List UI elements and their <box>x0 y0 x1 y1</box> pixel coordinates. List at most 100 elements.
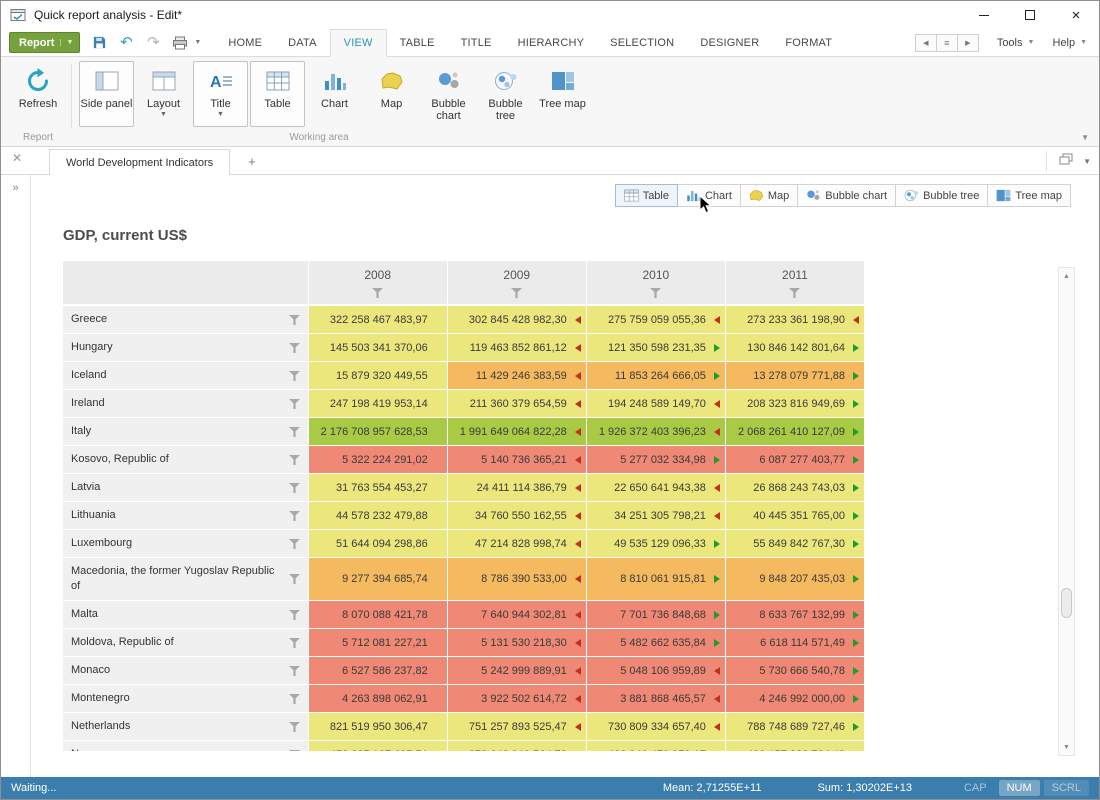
year-column-header[interactable]: 2008 <box>308 261 447 305</box>
value-cell[interactable]: 5 048 106 959,89 <box>586 657 725 685</box>
country-cell[interactable]: Monaco <box>63 657 308 685</box>
country-cell[interactable]: Latvia <box>63 474 308 502</box>
scroll-down-icon[interactable]: ▼ <box>1059 739 1074 755</box>
value-cell[interactable]: 498 157 323 734,43 <box>725 741 864 752</box>
menu-tab-format[interactable]: FORMAT <box>772 29 845 56</box>
title-button[interactable]: A Title ▼ <box>193 61 248 127</box>
value-cell[interactable]: 5 140 736 365,21 <box>447 446 586 474</box>
value-cell[interactable]: 821 519 950 306,47 <box>308 713 447 741</box>
country-cell[interactable]: Macedonia, the former Yugoslav Republic … <box>63 558 308 601</box>
country-cell[interactable]: Iceland <box>63 362 308 390</box>
scroll-up-icon[interactable]: ▲ <box>1059 268 1074 284</box>
working-area-chart-button[interactable]: Chart <box>307 61 362 127</box>
value-cell[interactable]: 208 323 816 949,69 <box>725 390 864 418</box>
redo-button[interactable]: ↷ <box>144 33 162 53</box>
value-cell[interactable]: 2 068 261 410 127,09 <box>725 418 864 446</box>
country-cell[interactable]: Malta <box>63 601 308 629</box>
value-cell[interactable]: 24 411 114 386,79 <box>447 474 586 502</box>
save-button[interactable] <box>90 33 108 53</box>
undo-button[interactable]: ↶ <box>117 33 135 53</box>
nav-prev-button[interactable]: ◀ <box>915 34 937 52</box>
value-cell[interactable]: 6 527 586 237,82 <box>308 657 447 685</box>
value-cell[interactable]: 5 277 032 334,98 <box>586 446 725 474</box>
country-cell[interactable]: Hungary <box>63 334 308 362</box>
value-cell[interactable]: 11 853 264 666,05 <box>586 362 725 390</box>
value-cell[interactable]: 121 350 598 231,35 <box>586 334 725 362</box>
view-map-button[interactable]: Map <box>740 184 798 207</box>
value-cell[interactable]: 730 809 334 657,40 <box>586 713 725 741</box>
year-column-header[interactable]: 2011 <box>725 261 864 305</box>
tabstrip-chevron-icon[interactable]: ▼ <box>1083 157 1091 166</box>
value-cell[interactable]: 9 277 394 685,74 <box>308 558 447 601</box>
value-cell[interactable]: 788 748 689 727,46 <box>725 713 864 741</box>
scrollbar-thumb[interactable] <box>1061 588 1072 618</box>
vertical-scrollbar[interactable]: ▲ ▼ <box>1058 267 1075 756</box>
value-cell[interactable]: 9 848 207 435,03 <box>725 558 864 601</box>
value-cell[interactable]: 5 242 999 889,91 <box>447 657 586 685</box>
value-cell[interactable]: 8 070 088 421,78 <box>308 601 447 629</box>
value-cell[interactable]: 34 760 550 162,55 <box>447 502 586 530</box>
view-tree-map-button[interactable]: Tree map <box>987 184 1071 207</box>
minimize-button[interactable] <box>961 1 1007 29</box>
layout-button[interactable]: Layout ▼ <box>136 61 191 127</box>
value-cell[interactable]: 55 849 842 767,30 <box>725 530 864 558</box>
value-cell[interactable]: 1 991 649 064 822,28 <box>447 418 586 446</box>
country-cell[interactable]: Netherlands <box>63 713 308 741</box>
value-cell[interactable]: 5 730 666 540,78 <box>725 657 864 685</box>
view-bubble-chart-button[interactable]: Bubble chart <box>797 184 896 207</box>
working-area-bubble-tree-button[interactable]: Bubble tree <box>478 61 533 127</box>
value-cell[interactable]: 322 258 467 483,97 <box>308 305 447 334</box>
refresh-button[interactable]: Refresh <box>9 61 67 127</box>
country-cell[interactable]: Greece <box>63 305 308 334</box>
expand-side-panel-button[interactable]: » <box>12 182 18 194</box>
value-cell[interactable]: 275 759 059 055,36 <box>586 305 725 334</box>
value-cell[interactable]: 34 251 305 798,21 <box>586 502 725 530</box>
print-chevron-icon[interactable]: ▼ <box>194 39 201 46</box>
view-table-button[interactable]: Table <box>615 184 678 207</box>
help-menu[interactable]: Help ▼ <box>1052 37 1087 49</box>
view-bubble-tree-button[interactable]: Bubble tree <box>895 184 988 207</box>
side-panel-button[interactable]: Side panel <box>79 61 134 127</box>
view-chart-button[interactable]: Chart <box>677 184 741 207</box>
value-cell[interactable]: 751 257 893 525,47 <box>447 713 586 741</box>
country-cell[interactable]: Italy <box>63 418 308 446</box>
value-cell[interactable]: 22 650 641 943,38 <box>586 474 725 502</box>
ribbon-collapse-chevron-icon[interactable]: ▼ <box>1081 133 1089 142</box>
value-cell[interactable]: 247 198 419 953,14 <box>308 390 447 418</box>
value-cell[interactable]: 7 640 944 302,81 <box>447 601 586 629</box>
value-cell[interactable]: 5 131 530 218,30 <box>447 629 586 657</box>
value-cell[interactable]: 11 429 246 383,59 <box>447 362 586 390</box>
value-cell[interactable]: 1 926 372 403 396,23 <box>586 418 725 446</box>
menu-tab-view[interactable]: VIEW <box>330 29 387 57</box>
value-cell[interactable]: 302 845 428 982,30 <box>447 305 586 334</box>
country-cell[interactable]: Norway <box>63 741 308 752</box>
value-cell[interactable]: 26 868 243 743,03 <box>725 474 864 502</box>
value-cell[interactable]: 8 786 390 533,00 <box>447 558 586 601</box>
value-cell[interactable]: 8 810 061 915,81 <box>586 558 725 601</box>
tools-menu[interactable]: Tools ▼ <box>997 37 1035 49</box>
value-cell[interactable]: 211 360 379 654,59 <box>447 390 586 418</box>
value-cell[interactable]: 145 503 341 370,06 <box>308 334 447 362</box>
value-cell[interactable]: 119 463 852 861,12 <box>447 334 586 362</box>
menu-tab-hierarchy[interactable]: HIERARCHY <box>505 29 598 56</box>
value-cell[interactable]: 8 633 767 132,99 <box>725 601 864 629</box>
value-cell[interactable]: 6 087 277 403,77 <box>725 446 864 474</box>
value-cell[interactable]: 47 214 828 998,74 <box>447 530 586 558</box>
value-cell[interactable]: 51 644 094 298,86 <box>308 530 447 558</box>
value-cell[interactable]: 4 263 898 062,91 <box>308 685 447 713</box>
menu-tab-home[interactable]: HOME <box>215 29 275 56</box>
working-area-table-button[interactable]: Table <box>250 61 305 127</box>
country-cell[interactable]: Kosovo, Republic of <box>63 446 308 474</box>
value-cell[interactable]: 15 879 320 449,55 <box>308 362 447 390</box>
menu-tab-title[interactable]: TITLE <box>448 29 505 56</box>
menu-tab-designer[interactable]: DESIGNER <box>687 29 772 56</box>
value-cell[interactable]: 13 278 079 771,88 <box>725 362 864 390</box>
menu-tab-selection[interactable]: SELECTION <box>597 29 687 56</box>
country-cell[interactable]: Moldova, Republic of <box>63 629 308 657</box>
value-cell[interactable]: 49 535 129 096,33 <box>586 530 725 558</box>
window-cascade-icon[interactable] <box>1059 152 1073 170</box>
value-cell[interactable]: 2 176 708 957 628,53 <box>308 418 447 446</box>
value-cell[interactable]: 3 922 502 614,72 <box>447 685 586 713</box>
value-cell[interactable]: 420 946 470 959,17 <box>586 741 725 752</box>
year-column-header[interactable]: 2009 <box>447 261 586 305</box>
